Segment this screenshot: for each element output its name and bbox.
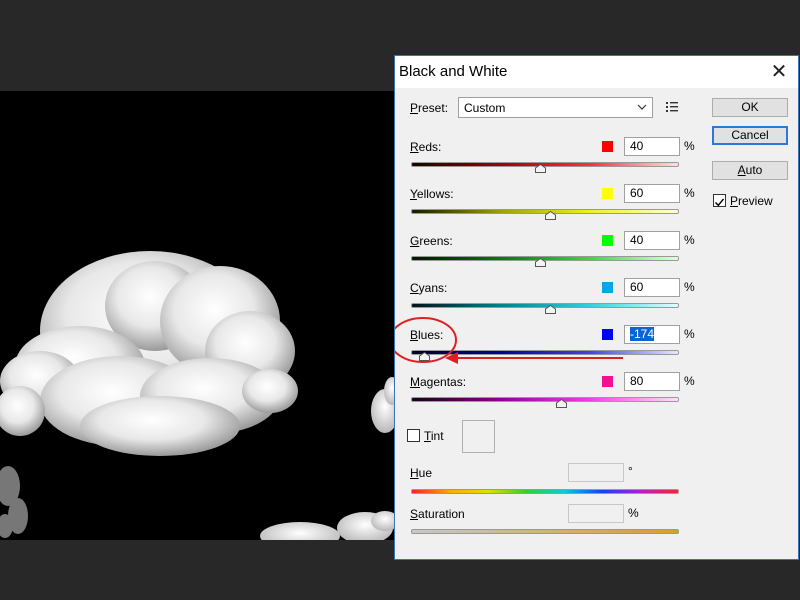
cloud-photo-canvas[interactable] [0,91,395,540]
annotation-circle [395,317,457,363]
annotation-overlay [395,317,623,364]
black-and-white-dialog: Black and White ✕ Preset: Custom OK Canc… [394,55,799,560]
annotation-arrow-head [445,352,458,364]
